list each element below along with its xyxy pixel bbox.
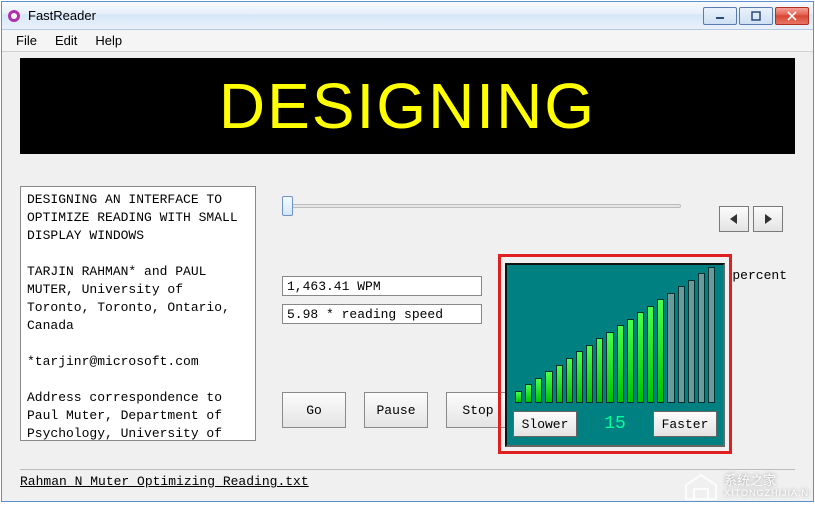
speed-bars [515, 279, 715, 403]
speed-bar [606, 332, 613, 403]
status-bar: Rahman_N_Muter_Optimizing_Reading.txt [20, 469, 795, 489]
speed-bar [566, 358, 573, 403]
speed-panel: Slower 15 Faster [505, 263, 725, 447]
speed-value: 15 [604, 414, 626, 434]
maximize-button[interactable] [739, 7, 773, 25]
speed-bar [545, 371, 552, 403]
speed-bar [525, 384, 532, 403]
close-button[interactable] [775, 7, 809, 25]
speed-bar [586, 345, 593, 403]
app-icon [6, 8, 22, 24]
speed-controls: Slower 15 Faster [513, 409, 717, 439]
app-window: FastReader File Edit Help DESIGNING DESI… [1, 1, 814, 502]
speed-bar [647, 306, 654, 403]
slider-track [292, 204, 681, 208]
speed-bar [596, 338, 603, 403]
speed-bar [535, 378, 542, 403]
menu-file[interactable]: File [8, 31, 45, 50]
window-controls [703, 7, 809, 25]
nav-arrows [719, 206, 783, 232]
status-filename: Rahman_N_Muter_Optimizing_Reading.txt [20, 474, 309, 489]
go-button[interactable]: Go [282, 392, 346, 428]
prev-button[interactable] [719, 206, 749, 232]
next-button[interactable] [753, 206, 783, 232]
speed-bar [627, 319, 634, 403]
word-display: DESIGNING [20, 58, 795, 154]
client-area: DESIGNING DESIGNING AN INTERFACE TO OPTI… [6, 54, 809, 497]
faster-button[interactable]: Faster [653, 411, 717, 437]
slider-thumb[interactable] [282, 196, 293, 216]
speed-bar [657, 299, 664, 403]
speed-bar [637, 312, 644, 403]
wpm-readout: 1,463.41 WPM [282, 276, 482, 296]
playback-controls: Go Pause Stop [282, 392, 510, 428]
reading-speed-readout: 5.98 * reading speed [282, 304, 482, 324]
speed-bar [678, 286, 685, 403]
speed-bar [667, 293, 674, 403]
speed-bar [576, 351, 583, 403]
titlebar: FastReader [2, 2, 813, 30]
speed-bar [688, 280, 695, 403]
pause-button[interactable]: Pause [364, 392, 428, 428]
speed-bar [515, 391, 522, 403]
progress-slider[interactable] [282, 194, 681, 216]
speed-bar [698, 273, 705, 403]
current-word: DESIGNING [219, 69, 596, 143]
menubar: File Edit Help [2, 30, 813, 52]
speed-bar [617, 325, 624, 403]
speed-bar [708, 267, 715, 403]
window-title: FastReader [28, 8, 703, 23]
speed-bar [556, 365, 563, 404]
slower-button[interactable]: Slower [513, 411, 577, 437]
source-text-box[interactable]: DESIGNING AN INTERFACE TO OPTIMIZE READI… [20, 186, 256, 441]
minimize-button[interactable] [703, 7, 737, 25]
speed-panel-highlight: Slower 15 Faster [498, 254, 732, 454]
menu-edit[interactable]: Edit [47, 31, 85, 50]
menu-help[interactable]: Help [87, 31, 130, 50]
